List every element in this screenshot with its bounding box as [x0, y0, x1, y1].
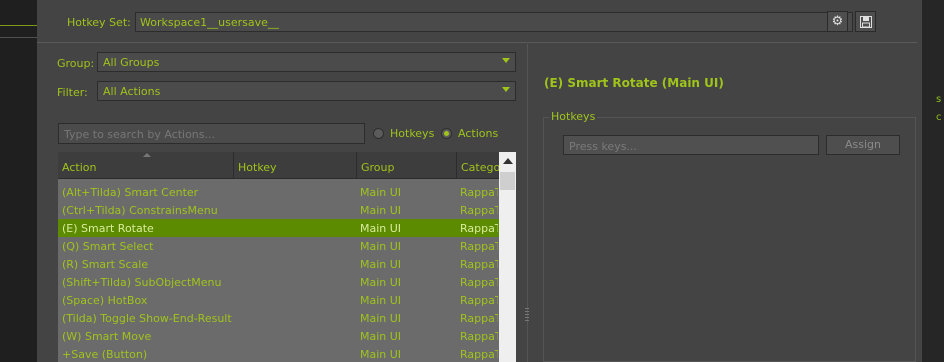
column-header-hotkey[interactable]: Hotkey	[234, 152, 357, 179]
table-row[interactable]: (Tilda) Toggle Show-End-Result Main UI R…	[58, 309, 499, 327]
table-row[interactable]: (W) Smart Move Main UI RappaT	[58, 327, 499, 345]
selected-action-title: (E) Smart Rotate (Main UI)	[544, 76, 724, 90]
column-header-category[interactable]: Categor	[457, 152, 505, 179]
cell-category: RappaT	[460, 258, 498, 271]
cell-group: Main UI	[360, 186, 402, 199]
settings-button[interactable]: ⚙	[827, 11, 848, 32]
filter-label: Filter:	[57, 86, 88, 99]
table-row-selected[interactable]: (E) Smart Rotate Main UI RappaT	[58, 219, 499, 237]
cell-group: Main UI	[360, 348, 402, 361]
table-row[interactable]: (Space) HotBox Main UI RappaT	[58, 291, 499, 309]
hotkey-set-value: Workspace1__usersave__	[140, 16, 279, 29]
cell-group: Main UI	[360, 330, 402, 343]
hotkeys-group-label: Hotkeys	[549, 110, 598, 123]
press-keys-placeholder: Press keys...	[569, 140, 637, 153]
hotkey-editor-dialog: Hotkey Set: Workspace1__usersave__ ⚙ Gro…	[37, 0, 922, 362]
cell-category: RappaT	[460, 240, 498, 253]
cell-action: (R) Smart Scale	[62, 258, 149, 271]
press-keys-input[interactable]: Press keys...	[563, 135, 819, 155]
table-row[interactable]: (Alt+Tilda) Smart Center Main UI RappaT	[58, 183, 499, 201]
cell-category: RappaT	[460, 204, 498, 217]
column-header-group[interactable]: Group	[357, 152, 457, 179]
cell-group: Main UI	[360, 312, 402, 325]
group-value: All Groups	[103, 56, 160, 69]
sort-indicator-icon	[143, 153, 151, 157]
header-separator	[37, 42, 917, 43]
cell-category: RappaT	[460, 186, 498, 199]
cell-group: Main UI	[360, 240, 402, 253]
cell-category: RappaT	[460, 222, 498, 235]
cell-action: (Shift+Tilda) SubObjectMenu	[62, 276, 222, 289]
group-dropdown[interactable]: All Groups	[97, 52, 516, 72]
table-body: (Alt+Tilda) Smart Center Main UI RappaT …	[58, 183, 499, 362]
cell-group: Main UI	[360, 222, 402, 235]
scroll-up-arrow-icon[interactable]	[503, 158, 513, 164]
filter-dropdown[interactable]: All Actions	[97, 81, 516, 101]
table-row[interactable]: (Ctrl+Tilda) ConstrainsMenu Main UI Rapp…	[58, 201, 499, 219]
cell-action: (Alt+Tilda) Smart Center	[62, 186, 199, 199]
cell-group: Main UI	[360, 258, 402, 271]
cell-group: Main UI	[360, 276, 402, 289]
cell-action: (E) Smart Rotate	[62, 222, 154, 235]
cell-category: RappaT	[460, 348, 498, 361]
cell-action: (Q) Smart Select	[62, 240, 154, 253]
chevron-down-icon	[502, 87, 510, 92]
filter-value: All Actions	[103, 85, 161, 98]
cell-group: Main UI	[360, 204, 402, 217]
cell-action: (Space) HotBox	[62, 294, 148, 307]
table-header: Action Hotkey Group Categor	[58, 152, 505, 179]
save-hotkey-set-button[interactable]	[855, 11, 876, 32]
floppy-disk-icon	[859, 15, 872, 28]
cell-action: (Ctrl+Tilda) ConstrainsMenu	[62, 204, 218, 217]
actions-radio-label[interactable]: Actions	[458, 127, 498, 140]
table-row[interactable]: (Shift+Tilda) SubObjectMenu Main UI Rapp…	[58, 273, 499, 291]
background-right-panel: s c	[922, 0, 944, 362]
actions-table: Action Hotkey Group Categor (Alt+Tilda) …	[58, 152, 516, 362]
assign-button[interactable]: Assign	[826, 135, 900, 155]
search-input[interactable]: Type to search by Actions...	[58, 123, 365, 144]
table-row[interactable]: (R) Smart Scale Main UI RappaT	[58, 255, 499, 273]
cell-action: (W) Smart Move	[62, 330, 152, 343]
cell-category: RappaT	[460, 294, 498, 307]
cell-category: RappaT	[460, 276, 498, 289]
background-left-panel	[0, 0, 37, 362]
cell-action: +Save (Button)	[62, 348, 148, 361]
hotkeys-radio[interactable]	[373, 128, 384, 139]
cell-group: Main UI	[360, 294, 402, 307]
scrollbar-thumb[interactable]	[500, 172, 515, 190]
hotkey-set-dropdown[interactable]: Workspace1__usersave__	[135, 12, 853, 32]
table-row[interactable]: (Q) Smart Select Main UI RappaT	[58, 237, 499, 255]
table-row[interactable]: +Save (Button) Main UI RappaT	[58, 345, 499, 362]
gear-icon: ⚙	[831, 14, 844, 29]
hotkeys-radio-label[interactable]: Hotkeys	[390, 127, 434, 140]
cell-category: RappaT	[460, 312, 498, 325]
splitter-grip-icon[interactable]	[525, 308, 529, 322]
table-scrollbar[interactable]	[499, 152, 516, 362]
cell-action: (Tilda) Toggle Show-End-Result	[62, 312, 232, 325]
chevron-down-icon	[502, 58, 510, 63]
cell-category: RappaT	[460, 330, 498, 343]
actions-radio[interactable]	[441, 128, 452, 139]
search-placeholder: Type to search by Actions...	[64, 128, 215, 141]
hotkey-set-label: Hotkey Set:	[67, 16, 131, 29]
group-label: Group:	[57, 57, 95, 70]
